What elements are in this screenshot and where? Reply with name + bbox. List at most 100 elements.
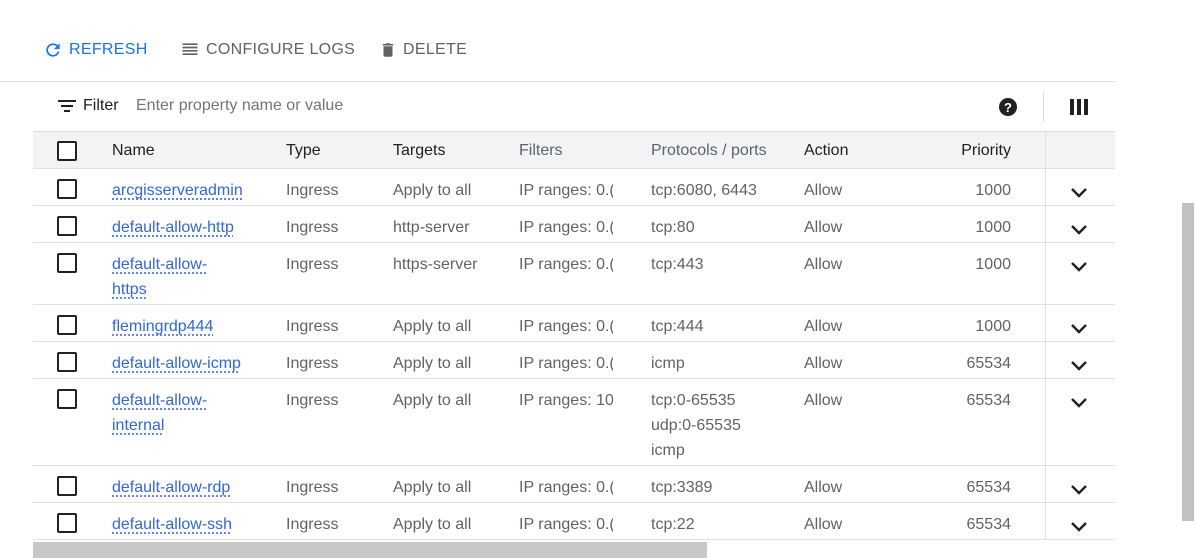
rule-name-link[interactable]: default-allow-http bbox=[112, 219, 234, 236]
rule-port-entry: icmp bbox=[651, 442, 685, 459]
expand-row-button[interactable] bbox=[1070, 256, 1088, 281]
firewall-rules-table: Name Type Targets Filters Protocols / po… bbox=[33, 132, 1115, 540]
rule-name-link[interactable]: default-allow- bbox=[112, 392, 207, 409]
rule-targets: Apply to all bbox=[393, 355, 472, 372]
expand-column-divider bbox=[1045, 466, 1046, 502]
horizontal-scrollbar[interactable] bbox=[33, 542, 707, 558]
vertical-scrollbar[interactable] bbox=[1182, 203, 1194, 521]
table-row: flemingrdp444 Ingress Apply to all IP range… bbox=[33, 305, 1115, 342]
expand-row-button[interactable] bbox=[1070, 182, 1088, 207]
column-header-action[interactable]: Action bbox=[804, 142, 884, 160]
expand-row-button[interactable] bbox=[1070, 219, 1088, 244]
rule-port-entry: tcp:0-65535 bbox=[651, 392, 736, 409]
rule-port-entry: tcp:3389 bbox=[651, 479, 713, 496]
chevron-down-icon bbox=[1071, 262, 1087, 272]
rule-filters: IP ranges: 0.( bbox=[519, 479, 613, 496]
rule-name-link[interactable]: default-allow-rdp bbox=[112, 479, 230, 496]
rule-action: Allow bbox=[804, 182, 843, 199]
row-checkbox[interactable] bbox=[57, 352, 77, 372]
expand-row-button[interactable] bbox=[1070, 479, 1088, 504]
rule-filters: IP ranges: 10 bbox=[519, 392, 613, 409]
rule-name-cell: default-allow-https bbox=[112, 252, 262, 302]
toolbar-divider bbox=[1043, 92, 1044, 122]
row-checkbox[interactable] bbox=[57, 216, 77, 236]
rule-name-cell: default-allow-http bbox=[112, 215, 262, 240]
rule-priority: 65534 bbox=[966, 355, 1012, 372]
rule-ports-cell: tcp:0-65535 udp:0-65535 icmp bbox=[651, 388, 791, 463]
svg-text:?: ? bbox=[1004, 100, 1012, 115]
filter-icon bbox=[58, 100, 76, 112]
expand-column-divider bbox=[1045, 305, 1046, 341]
rule-type: Ingress bbox=[286, 516, 339, 533]
rule-port-entry: tcp:80 bbox=[651, 219, 695, 236]
select-all-checkbox[interactable] bbox=[57, 141, 77, 161]
row-checkbox[interactable] bbox=[57, 315, 77, 335]
row-checkbox[interactable] bbox=[57, 179, 77, 199]
rule-action: Allow bbox=[804, 516, 843, 533]
table-row: arcgisserveradmin Ingress Apply to all IP r… bbox=[33, 169, 1115, 206]
column-header-ports: Protocols / ports bbox=[651, 142, 767, 159]
rule-port-entry: udp:0-65535 bbox=[651, 417, 741, 434]
rule-name-link[interactable]: https bbox=[112, 281, 147, 298]
expand-column-divider bbox=[1045, 342, 1046, 378]
chevron-down-icon bbox=[1071, 188, 1087, 198]
chevron-down-icon bbox=[1071, 485, 1087, 495]
rule-name-link[interactable]: default-allow-ssh bbox=[112, 516, 232, 533]
rule-targets: Apply to all bbox=[393, 392, 472, 409]
rule-name-cell: default-allow-ssh bbox=[112, 512, 262, 537]
expand-row-button[interactable] bbox=[1070, 516, 1088, 541]
rule-name-cell: default-allow-internal bbox=[112, 388, 262, 438]
expand-column-divider bbox=[1045, 132, 1046, 168]
configure-logs-label: CONFIGURE LOGS bbox=[206, 41, 356, 58]
help-icon[interactable]: ? bbox=[998, 97, 1018, 117]
rule-filters: IP ranges: 0.( bbox=[519, 219, 613, 236]
column-header-name[interactable]: Name bbox=[112, 142, 262, 160]
table-row: default-allow-internal Ingress Apply to al… bbox=[33, 379, 1115, 466]
rule-action: Allow bbox=[804, 479, 843, 496]
expand-row-button[interactable] bbox=[1070, 392, 1088, 417]
rule-ports-cell: tcp:443 bbox=[651, 252, 791, 277]
filter-label: Filter bbox=[83, 97, 119, 114]
rule-name-link[interactable]: default-allow- bbox=[112, 256, 207, 273]
rule-targets: Apply to all bbox=[393, 318, 472, 335]
rule-name-link[interactable]: default-allow-icmp bbox=[112, 355, 241, 372]
expand-row-button[interactable] bbox=[1070, 355, 1088, 380]
expand-column-divider bbox=[1045, 503, 1046, 539]
rule-action: Allow bbox=[804, 392, 843, 409]
rule-name-cell: arcgisserveradmin bbox=[112, 178, 262, 203]
filter-input[interactable] bbox=[136, 93, 636, 119]
rule-priority: 1000 bbox=[975, 256, 1011, 273]
table-row: default-allow-ssh Ingress Apply to all IP r… bbox=[33, 503, 1115, 540]
rule-filters: IP ranges: 0.( bbox=[519, 355, 613, 372]
chevron-down-icon bbox=[1071, 225, 1087, 235]
action-toolbar: REFRESH CONFIGURE LOGS DELETE bbox=[0, 0, 1115, 82]
rule-port-entry: tcp:22 bbox=[651, 516, 695, 533]
delete-label: DELETE bbox=[403, 41, 468, 58]
rule-ports-cell: tcp:444 bbox=[651, 314, 791, 339]
refresh-button[interactable]: REFRESH bbox=[43, 38, 148, 62]
row-checkbox[interactable] bbox=[57, 513, 77, 533]
rule-type: Ingress bbox=[286, 355, 339, 372]
rule-targets: Apply to all bbox=[393, 516, 472, 533]
column-display-icon[interactable] bbox=[1070, 99, 1088, 115]
trash-icon bbox=[382, 43, 394, 57]
filter-bar: Filter ? bbox=[33, 82, 1115, 132]
column-header-type[interactable]: Type bbox=[286, 142, 376, 160]
rule-ports-cell: tcp:6080, 6443 bbox=[651, 178, 791, 203]
column-header-filters: Filters bbox=[519, 142, 563, 159]
expand-column-divider bbox=[1045, 206, 1046, 242]
rule-name-link[interactable]: arcgisserveradmin bbox=[112, 182, 243, 199]
rule-action: Allow bbox=[804, 256, 843, 273]
rule-type: Ingress bbox=[286, 479, 339, 496]
rule-name-link[interactable]: internal bbox=[112, 417, 164, 434]
row-checkbox[interactable] bbox=[57, 476, 77, 496]
delete-button[interactable]: DELETE bbox=[379, 38, 467, 62]
expand-row-button[interactable] bbox=[1070, 318, 1088, 343]
configure-logs-button[interactable]: CONFIGURE LOGS bbox=[180, 38, 355, 62]
column-header-priority[interactable]: Priority bbox=[933, 142, 1011, 160]
rule-name-link[interactable]: flemingrdp444 bbox=[112, 318, 213, 335]
row-checkbox[interactable] bbox=[57, 389, 77, 409]
rule-ports-cell: tcp:3389 bbox=[651, 475, 791, 500]
column-header-targets[interactable]: Targets bbox=[393, 142, 503, 160]
row-checkbox[interactable] bbox=[57, 253, 77, 273]
